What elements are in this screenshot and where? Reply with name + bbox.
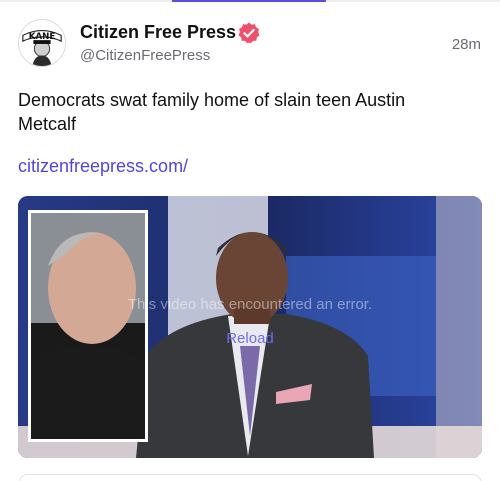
author-name[interactable]: Citizen Free Press xyxy=(80,22,236,43)
author-handle[interactable]: @CitizenFreePress xyxy=(80,47,210,64)
video-error-message: This video has encountered an error. xyxy=(127,296,373,313)
post-text: Democrats swat family home of slain teen… xyxy=(18,90,406,134)
video-thumbnail xyxy=(18,196,482,458)
author-avatar[interactable]: KANE xyxy=(18,19,66,67)
reload-button[interactable]: Reload xyxy=(18,330,482,347)
avatar-image: KANE xyxy=(19,20,65,66)
post-link[interactable]: citizenfreepress.com/ xyxy=(18,156,188,177)
verified-badge-icon xyxy=(238,22,260,44)
post-card: KANE Citizen Free Press @CitizenFreePres… xyxy=(0,0,500,481)
video-player[interactable]: This video has encountered an error. Rel… xyxy=(18,196,482,458)
post-timestamp: 28m xyxy=(451,36,481,53)
next-post-card xyxy=(18,474,482,481)
